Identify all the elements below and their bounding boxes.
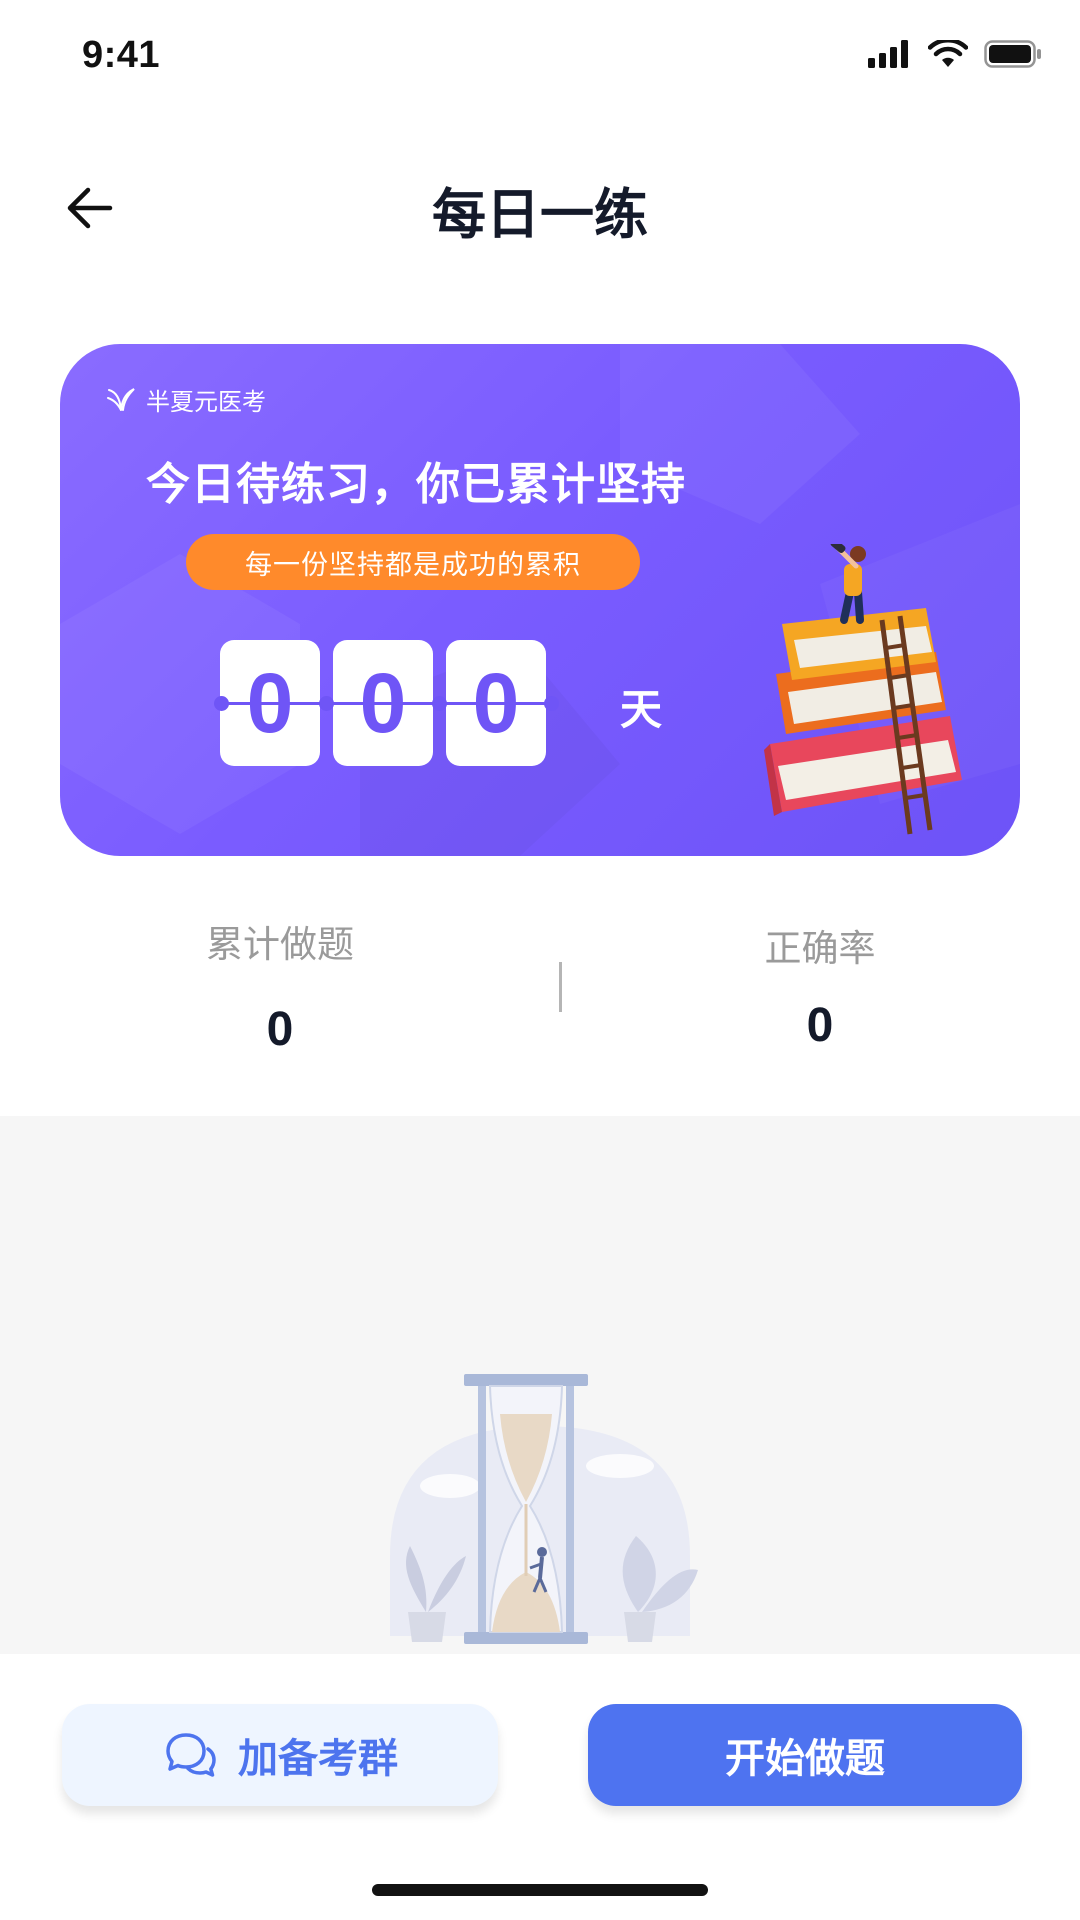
status-icons xyxy=(868,40,1042,68)
stat-divider xyxy=(559,962,562,1012)
accuracy-stat: 正确率 0 xyxy=(670,918,970,1053)
banner-heading: 今日待练习，你已累计坚持 xyxy=(146,459,686,510)
bottom-action-bar: 加备考群 开始做题 xyxy=(0,1654,1080,1920)
counter-line xyxy=(220,702,554,705)
signal-icon xyxy=(868,40,908,68)
streak-banner: 半夏元医考 今日待练习，你已累计坚持 每一份坚持都是成功的累积 0 0 0 天 xyxy=(60,344,1020,856)
counter-dot xyxy=(214,696,229,711)
counter-dot xyxy=(544,696,559,711)
brand: 半夏元医考 xyxy=(106,382,266,417)
total-questions-stat: 累计做题 0 xyxy=(130,914,430,1057)
status-bar: 9:41 xyxy=(0,0,1080,110)
chat-icon xyxy=(166,1733,216,1777)
join-study-group-label: 加备考群 xyxy=(238,1736,398,1782)
total-questions-label: 累计做题 xyxy=(206,923,354,966)
slogan-pill: 每一份坚持都是成功的累积 xyxy=(186,534,640,590)
wifi-icon xyxy=(928,40,968,67)
accuracy-label: 正确率 xyxy=(764,927,876,970)
brand-name: 半夏元医考 xyxy=(146,388,266,416)
stats-section: 累计做题 0 正确率 0 xyxy=(0,880,1080,1110)
screen: 9:41 每日一练 半夏元医考 今日待练习，你已累计坚持 每一份坚持都是成功的累… xyxy=(0,0,1080,1920)
day-unit: 天 xyxy=(620,685,663,734)
start-practice-button[interactable]: 开始做题 xyxy=(588,1704,1022,1806)
brand-logo-icon xyxy=(107,387,135,411)
battery-icon xyxy=(984,40,1041,68)
books-illustration xyxy=(764,544,962,835)
hourglass-illustration xyxy=(390,1374,698,1644)
header: 每日一练 xyxy=(0,140,1080,270)
empty-state-area xyxy=(0,1116,1080,1654)
page-title: 每日一练 xyxy=(432,183,648,246)
total-questions-value: 0 xyxy=(266,1003,294,1056)
counter-dot xyxy=(432,696,447,711)
accuracy-value: 0 xyxy=(806,999,834,1052)
status-time: 9:41 xyxy=(82,34,161,76)
join-study-group-button[interactable]: 加备考群 xyxy=(62,1704,498,1806)
home-indicator xyxy=(372,1884,708,1896)
counter-dot xyxy=(319,696,334,711)
